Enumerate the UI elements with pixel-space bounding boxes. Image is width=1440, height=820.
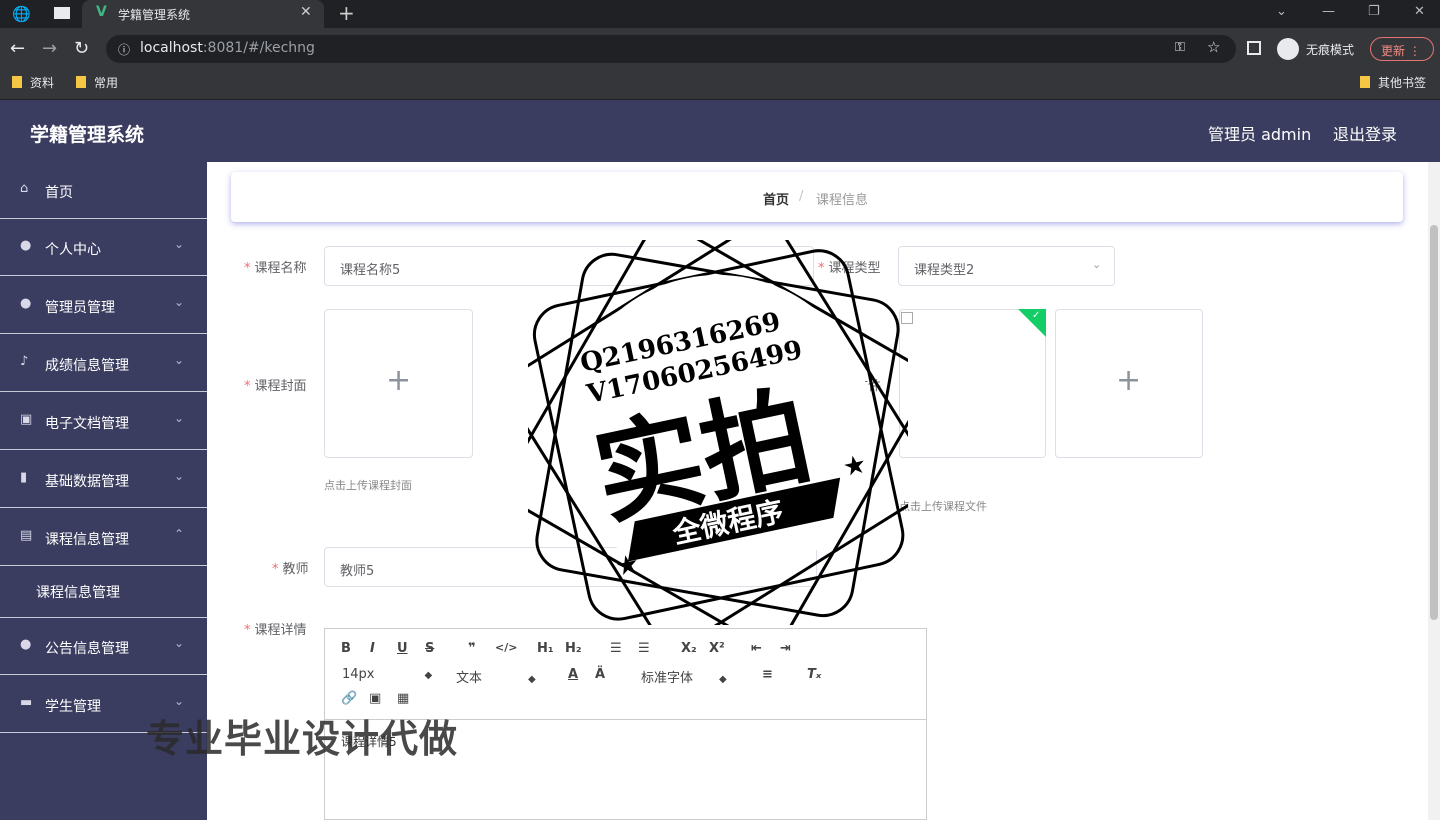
mic-icon: ♪ [20, 354, 29, 369]
user-icon: ● [20, 637, 32, 652]
star-icon[interactable]: ☆ [1207, 38, 1220, 56]
cover-hint: 点击上传课程封面 [324, 479, 412, 492]
block-type-select[interactable]: 文本 ◆ [456, 667, 536, 686]
close-window-icon[interactable]: ✕ [1414, 4, 1425, 19]
course-type-select[interactable]: 课程类型2 [898, 246, 1115, 286]
video-icon[interactable]: ▦ [397, 691, 409, 706]
minimize-icon[interactable]: — [1322, 4, 1335, 19]
update-button[interactable]: 更新 ⋮ [1370, 37, 1434, 61]
forward-icon[interactable]: → [42, 38, 57, 59]
bold-icon[interactable]: B [341, 641, 351, 656]
chevron-down-icon: ⌄ [1092, 258, 1102, 271]
superscript-icon[interactable]: X² [709, 641, 725, 656]
sidebar-item-home[interactable]: ⌂ 首页 [0, 162, 207, 219]
sidebar-subitem-courses[interactable]: 课程信息管理 [0, 562, 207, 618]
app-title: 学籍管理系统 [30, 124, 145, 146]
sidepanel-icon[interactable] [1247, 41, 1261, 55]
indent-icon[interactable]: ⇥ [780, 641, 791, 656]
heading2-icon[interactable]: H₂ [565, 641, 582, 656]
bookmarks-bar [0, 70, 1440, 100]
check-icon: ✓ [1032, 310, 1041, 321]
logout-button[interactable]: 退出登录 [1333, 121, 1397, 145]
chevron-down-icon: ⌄ [174, 295, 185, 309]
scrollbar-thumb[interactable] [1430, 225, 1438, 620]
background-color-icon[interactable]: Ä [595, 667, 605, 682]
image-icon[interactable]: ▣ [369, 691, 381, 706]
tab-search-icon[interactable]: ⌄ [1276, 4, 1287, 19]
url-text[interactable]: localhost:8081/#/kechng [140, 40, 315, 56]
font-family-select[interactable]: 标准字体 ◆ [641, 667, 727, 686]
tab-close-icon[interactable]: ✕ [300, 4, 312, 20]
watermark-stamp: Q2196316269 V17060256499 实拍 全微程序 ★ ★ [528, 240, 908, 625]
ordered-list-icon[interactable]: ☰ [610, 641, 622, 656]
file-hint: 点击上传课程文件 [899, 500, 987, 513]
italic-icon[interactable]: I [370, 641, 375, 656]
restore-icon[interactable]: ❐ [1368, 4, 1380, 19]
chevron-up-icon: ⌃ [174, 527, 185, 541]
window-icon[interactable] [54, 7, 70, 19]
key-icon[interactable]: ⚿ [1175, 40, 1185, 55]
sidebar-item-notices[interactable]: ● 公告信息管理 ⌄ [0, 618, 207, 675]
chevron-down-icon: ⌄ [174, 469, 185, 483]
new-tab-icon[interactable]: + [338, 1, 355, 25]
course-name-label: * 课程名称 [244, 261, 307, 276]
incognito-icon [1277, 38, 1299, 60]
home-icon: ⌂ [20, 181, 29, 196]
reload-icon[interactable]: ↻ [74, 38, 89, 59]
current-user: 管理员 admin [1208, 125, 1312, 144]
sidebar-item-profile[interactable]: ● 个人中心 ⌄ [0, 219, 207, 276]
outdent-icon[interactable]: ⇤ [751, 641, 762, 656]
strike-icon[interactable]: S [425, 641, 434, 656]
chevron-down-icon: ⌄ [174, 237, 185, 251]
sidebar-item-courses[interactable]: ▤ 课程信息管理 ⌃ [0, 509, 207, 566]
bookmark-folder[interactable]: 资料 [12, 74, 54, 91]
info-icon[interactable]: ⓘ [118, 41, 130, 58]
bookmark-folder[interactable]: 常用 [76, 74, 118, 91]
breadcrumb-separator: / [799, 189, 804, 204]
chevron-down-icon: ⌄ [174, 694, 185, 708]
back-icon[interactable]: ← [10, 38, 25, 59]
heading1-icon[interactable]: H₁ [537, 641, 554, 656]
vue-logo-icon: V [96, 4, 107, 20]
font-size-select[interactable]: 14px ◆ [342, 667, 432, 682]
sidebar-item-admin[interactable]: ● 管理员管理 ⌄ [0, 277, 207, 334]
clear-format-icon[interactable]: Tₓ [807, 667, 821, 682]
underline-icon[interactable]: U [397, 641, 408, 656]
teacher-label: * 教师 [272, 562, 309, 577]
bulb-icon: ● [20, 296, 32, 311]
font-color-icon[interactable]: A [568, 667, 578, 682]
quote-icon[interactable]: ❞ [468, 641, 476, 656]
chevron-down-icon: ⌄ [174, 411, 185, 425]
globe-icon[interactable]: 🌐 [12, 5, 31, 23]
chart-icon: ▮ [20, 470, 28, 485]
folder-icon [12, 76, 22, 88]
briefcase-icon: ▬ [20, 695, 33, 710]
subscript-icon[interactable]: X₂ [681, 641, 697, 656]
message-icon: ▤ [20, 528, 33, 543]
course-cover-label: * 课程封面 [244, 379, 307, 394]
incognito-label: 无痕模式 [1306, 43, 1355, 57]
tab-title: 学籍管理系统 [118, 8, 191, 22]
watermark-text: 专业毕业设计代做 [146, 717, 459, 761]
sidebar-item-basedata[interactable]: ▮ 基础数据管理 ⌄ [0, 451, 207, 508]
folder-icon [76, 76, 86, 88]
plus-icon: + [1116, 363, 1142, 398]
breadcrumb-home[interactable]: 首页 [763, 189, 789, 208]
plus-icon: + [386, 363, 412, 398]
user-icon: ● [20, 238, 32, 253]
code-icon[interactable]: </> [495, 641, 517, 654]
bullet-list-icon[interactable]: ☰ [638, 641, 650, 656]
folder-icon [1360, 76, 1370, 88]
sidebar-item-docs[interactable]: ▣ 电子文档管理 ⌄ [0, 393, 207, 450]
align-icon[interactable]: ≡ [762, 667, 773, 682]
link-icon[interactable]: 🔗 [341, 691, 357, 706]
course-detail-label: * 课程详情 [244, 623, 307, 638]
chevron-down-icon: ⌄ [174, 353, 185, 367]
sidebar-item-grades[interactable]: ♪ 成绩信息管理 ⌄ [0, 335, 207, 392]
other-bookmarks[interactable]: 其他书签 [1360, 74, 1426, 91]
chevron-down-icon: ⌄ [174, 636, 185, 650]
breadcrumb-current: 课程信息 [816, 193, 869, 208]
doc-icon: ▣ [20, 412, 33, 427]
